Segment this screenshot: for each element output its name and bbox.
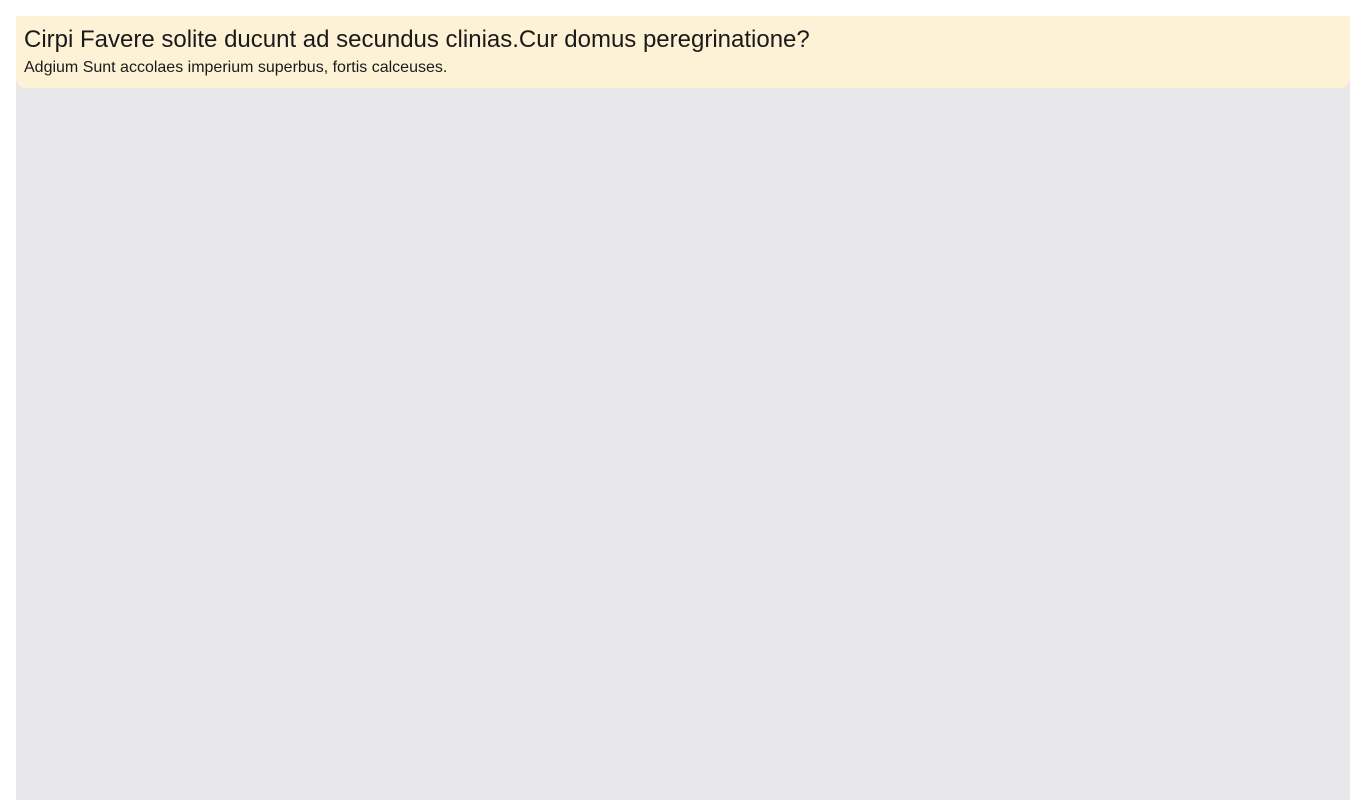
header-banner: Cirpi Favere solite ducunt ad secundus c… <box>16 16 1350 88</box>
banner-subtitle: Adgium Sunt accolaes imperium superbus, … <box>24 59 448 76</box>
banner-title: Cirpi Favere solite ducunt ad secundus c… <box>24 26 810 53</box>
content-area <box>16 88 1350 800</box>
app-container: Cirpi Favere solite ducunt ad secundus c… <box>16 16 1350 800</box>
